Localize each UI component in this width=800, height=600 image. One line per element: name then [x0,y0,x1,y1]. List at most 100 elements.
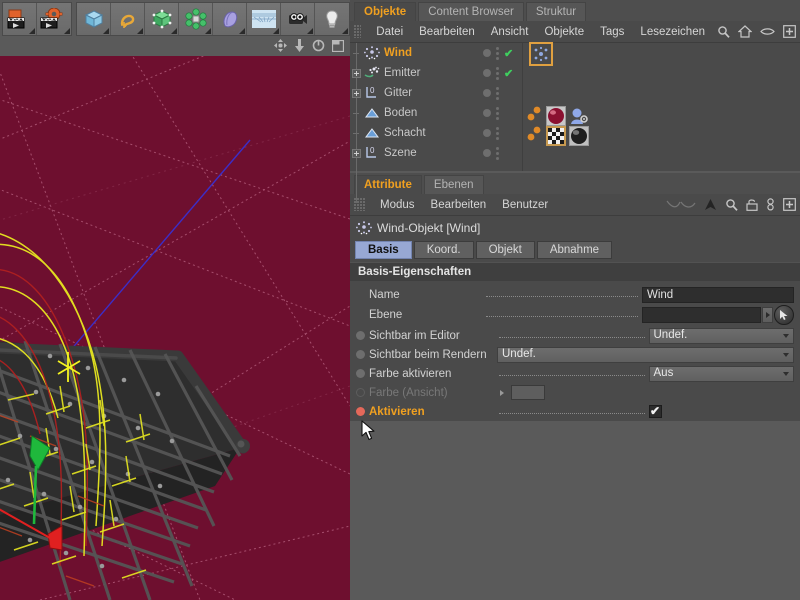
lock-icon[interactable] [746,198,758,211]
subtab-objekt[interactable]: Objekt [475,241,535,259]
object-row-wind[interactable]: Wind [350,43,478,63]
object-tree[interactable]: Wind Emitter 0 Gitter Boden Schacht 0 Sz… [350,43,478,203]
subtab-koord[interactable]: Koord. [413,241,474,259]
editor-visibility-dot[interactable] [483,129,491,137]
object-row-szene[interactable]: 0 Szene [350,143,478,163]
up-arrow-icon[interactable] [704,198,717,211]
object-row-gitter[interactable]: 0 Gitter [350,83,478,103]
tree-expander-szene[interactable] [352,148,361,158]
menu-datei[interactable]: Datei [368,21,411,43]
property-bullet[interactable] [356,350,365,359]
object-visibility-column[interactable]: ✔ ✔ [478,43,522,171]
rotate-icon[interactable] [312,39,325,55]
property-bullet[interactable] [356,369,365,378]
menu-bearbeiten[interactable]: Bearbeiten [423,194,495,216]
object-manager[interactable]: Wind Emitter 0 Gitter Boden Schacht 0 Sz… [350,42,800,203]
render-view-button[interactable] [3,3,37,35]
subtab-basis[interactable]: Basis [355,241,412,259]
tab-struktur[interactable]: Struktur [525,2,587,21]
menu-tags[interactable]: Tags [592,21,632,43]
sichtbar-editor-select[interactable]: Undef. [648,327,794,344]
tab-objekte[interactable]: Objekte [354,2,417,21]
editor-visibility-dot[interactable] [483,109,491,117]
property-bullet[interactable] [356,331,365,340]
editor-visibility-dot[interactable] [483,49,491,57]
generator-button[interactable] [145,3,179,35]
visibility-toggles-emitter[interactable]: ✔ [478,63,522,83]
object-row-emitter[interactable]: Emitter [350,63,478,83]
dot-tag-cluster[interactable] [527,124,543,147]
camera-button[interactable] [281,3,315,35]
color-swatch[interactable] [511,385,545,400]
plus-box-icon[interactable] [783,25,796,38]
cube-primitive-button[interactable] [77,3,111,35]
sichtbar-rendern-select[interactable]: Undef. [497,346,794,363]
menu-modus[interactable]: Modus [372,194,423,216]
menu-bearbeiten[interactable]: Bearbeiten [411,21,483,43]
maximize-icon[interactable] [331,39,345,55]
search-icon[interactable] [717,25,730,38]
link-icon[interactable] [766,198,775,211]
ebene-dropdown-button[interactable] [762,307,773,323]
tab-attribute[interactable]: Attribute [354,175,422,194]
eye-icon[interactable] [760,26,775,37]
deformer-button[interactable] [179,3,213,35]
ebene-input[interactable] [642,307,761,323]
menubar-grip[interactable] [354,25,362,38]
zoom-icon[interactable] [294,39,305,55]
search-icon[interactable] [725,198,738,211]
ebene-picker-button[interactable] [774,305,794,325]
render-visibility-dots[interactable] [496,46,499,60]
editor-visibility-dot[interactable] [483,89,491,97]
light-button[interactable] [315,3,349,35]
plus-box-icon[interactable] [783,198,796,211]
visibility-toggles-schacht[interactable] [478,123,522,143]
scene-object-button[interactable] [213,3,247,35]
visibility-toggles-gitter[interactable] [478,83,522,103]
tree-expander-gitter[interactable] [352,88,361,98]
render-visibility-dots[interactable] [496,106,499,120]
render-visibility-dots[interactable] [496,146,499,160]
swoosh-icon[interactable] [666,198,696,211]
menu-ansicht[interactable]: Ansicht [483,21,537,43]
tree-expander-emitter[interactable] [352,68,361,78]
subtab-abnahme[interactable]: Abnahme [536,241,613,259]
tab-content-browser[interactable]: Content Browser [418,2,524,21]
material-red-tag[interactable] [546,105,566,126]
render-visibility-dots[interactable] [496,86,499,100]
object-row-schacht[interactable]: Schacht [350,123,478,143]
home-icon[interactable] [738,25,752,38]
name-input[interactable] [642,286,794,303]
material-checker-tag[interactable] [546,125,566,146]
environment-button[interactable] [247,3,281,35]
render-visibility-dots[interactable] [496,66,499,80]
object-row-boden[interactable]: Boden [350,103,478,123]
tab-ebenen[interactable]: Ebenen [423,175,484,194]
menu-benutzer[interactable]: Benutzer [494,194,556,216]
farbe-aktivieren-select[interactable]: Aus [648,365,794,382]
visibility-toggles-szene[interactable] [478,143,522,163]
menu-lesezeichen[interactable]: Lesezeichen [632,21,713,43]
object-tags-column[interactable] [522,42,800,171]
property-bullet-active[interactable] [356,407,365,416]
visibility-toggles-wind[interactable]: ✔ [478,43,522,63]
viewport-3d-scene[interactable] [0,56,350,600]
viewport-panel[interactable] [0,38,350,600]
visibility-toggles-boden[interactable] [478,103,522,123]
menu-objekte[interactable]: Objekte [536,21,592,43]
spline-button[interactable] [111,3,145,35]
render-visibility-dots[interactable] [496,126,499,140]
editor-visibility-dot[interactable] [483,149,491,157]
tag-group-wind[interactable] [529,42,553,66]
menubar-grip[interactable] [354,198,365,211]
particle-modifier-tag[interactable] [529,42,553,66]
render-settings-button[interactable] [37,3,71,35]
property-bullet[interactable] [356,388,365,397]
color-expand-arrow-icon[interactable] [497,385,507,401]
tag-group-schacht[interactable] [527,124,589,147]
move-icon[interactable] [274,39,287,55]
aktivieren-checkbox[interactable]: ✔ [648,405,662,418]
phong-tag[interactable] [569,105,589,126]
editor-visibility-dot[interactable] [483,69,491,77]
material-dark-tag[interactable] [569,125,589,146]
